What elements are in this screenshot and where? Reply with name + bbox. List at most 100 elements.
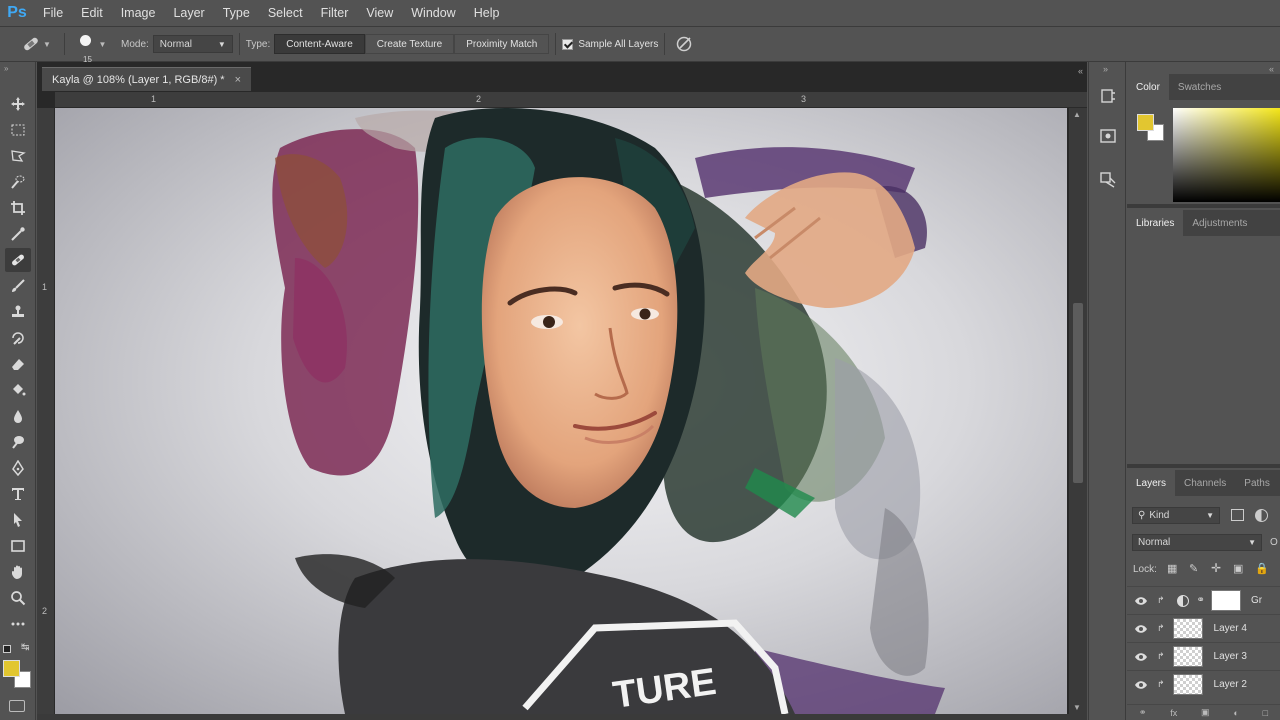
pixel-filter-icon[interactable] xyxy=(1231,509,1244,521)
tab-paths[interactable]: Paths xyxy=(1235,470,1279,496)
visibility-eye-icon[interactable] xyxy=(1127,652,1155,662)
tab-channels[interactable]: Channels xyxy=(1175,470,1235,496)
layer-row[interactable]: ↱ Layer 4 xyxy=(1127,614,1280,642)
new-adjustment-icon[interactable]: ◐ xyxy=(1233,708,1238,718)
eyedropper-tool[interactable] xyxy=(5,222,31,246)
adjustment-filter-icon[interactable] xyxy=(1255,509,1268,522)
eyedropper-icon xyxy=(11,227,25,241)
quick-select-tool[interactable] xyxy=(5,170,31,194)
adjustment-layer-icon xyxy=(1176,594,1189,607)
menu-select[interactable]: Select xyxy=(259,0,312,26)
sample-all-layers-checkbox[interactable] xyxy=(562,38,574,50)
menu-file[interactable]: File xyxy=(34,0,72,26)
layer-kind-filter[interactable]: ⚲ Kind ▼ xyxy=(1132,507,1220,524)
tab-swatches[interactable]: Swatches xyxy=(1169,74,1230,100)
tools-panel: » ↹ xyxy=(0,62,36,720)
type-tool[interactable] xyxy=(5,482,31,506)
properties-panel-button[interactable] xyxy=(1096,124,1120,148)
healing-brush-tool[interactable] xyxy=(5,248,31,272)
arrow-icon xyxy=(14,513,22,527)
scrollbar-thumb[interactable] xyxy=(1073,303,1083,483)
history-panel-button[interactable] xyxy=(1096,84,1120,108)
lock-position-icon[interactable]: ✛ xyxy=(1211,561,1221,575)
layer-thumbnail xyxy=(1172,646,1203,667)
paint-bucket-tool[interactable] xyxy=(5,378,31,402)
marquee-tool[interactable] xyxy=(5,118,31,142)
brush-tool[interactable] xyxy=(5,274,31,298)
zoom-tool[interactable] xyxy=(5,586,31,610)
brush-dot-icon xyxy=(79,34,91,46)
menu-window[interactable]: Window xyxy=(402,0,464,26)
visibility-eye-icon[interactable] xyxy=(1127,596,1155,606)
collapse-chevron-icon[interactable]: « xyxy=(1078,66,1083,76)
panel-foreground-swatch[interactable] xyxy=(1137,114,1154,131)
lasso-tool[interactable] xyxy=(5,144,31,168)
move-tool[interactable] xyxy=(5,92,31,116)
tab-layers[interactable]: Layers xyxy=(1127,470,1176,496)
mode-select[interactable]: Normal ▼ xyxy=(152,35,233,53)
tab-adjustments[interactable]: Adjustments xyxy=(1183,210,1256,236)
content-aware-button[interactable]: Content-Aware xyxy=(274,34,365,54)
foreground-color-swatch[interactable] xyxy=(3,660,20,677)
visibility-eye-icon[interactable] xyxy=(1127,624,1155,634)
menu-edit[interactable]: Edit xyxy=(72,0,112,26)
menu-help[interactable]: Help xyxy=(465,0,509,26)
new-group-icon[interactable]: □ xyxy=(1263,708,1268,718)
document-tab[interactable]: Kayla @ 108% (Layer 1, RGB/8#) * × xyxy=(42,67,252,91)
layer-style-icon[interactable]: fx xyxy=(1170,708,1177,718)
dodge-tool[interactable] xyxy=(5,430,31,454)
more-tools-button[interactable] xyxy=(5,612,31,636)
link-icon: ⚭ xyxy=(1196,595,1205,606)
history-brush-tool[interactable] xyxy=(5,326,31,350)
hand-tool[interactable] xyxy=(5,560,31,584)
lock-all-icon[interactable]: 🔒 xyxy=(1255,562,1269,575)
scroll-up-arrow-icon[interactable]: ▲ xyxy=(1073,110,1081,119)
mode-value: Normal xyxy=(159,38,193,50)
lock-artboard-icon[interactable]: ▣ xyxy=(1233,562,1243,575)
pen-tool[interactable] xyxy=(5,456,31,480)
brush-size-picker[interactable]: 15 ▼ xyxy=(71,34,115,64)
collapse-chevron-icon[interactable]: » xyxy=(1103,64,1108,74)
menu-layer[interactable]: Layer xyxy=(164,0,213,26)
visibility-eye-icon[interactable] xyxy=(1127,680,1155,690)
crop-tool[interactable] xyxy=(5,196,31,220)
vertical-scrollbar[interactable]: ▲ ▼ xyxy=(1069,108,1087,714)
quick-mask-icon[interactable] xyxy=(9,700,25,712)
zoom-icon xyxy=(11,591,26,606)
default-colors-icon[interactable] xyxy=(3,645,11,653)
lock-brush-icon[interactable]: ✎ xyxy=(1189,562,1198,575)
tab-color[interactable]: Color xyxy=(1127,74,1169,100)
clone-stamp-tool[interactable] xyxy=(5,300,31,324)
canvas-artwork[interactable]: TURE xyxy=(55,108,1067,714)
menu-type[interactable]: Type xyxy=(214,0,259,26)
lock-label: Lock: xyxy=(1133,564,1157,575)
healing-brush-tool-preset[interactable]: ▼ xyxy=(14,31,58,57)
layer-row[interactable]: ↱ ⚭ Gr xyxy=(1127,586,1280,614)
eraser-tool[interactable] xyxy=(5,352,31,376)
blend-mode-select[interactable]: Normal ▼ xyxy=(1132,534,1262,551)
add-mask-icon[interactable]: ▣ xyxy=(1201,707,1210,718)
rectangle-tool[interactable] xyxy=(5,534,31,558)
layer-row[interactable]: ↱ Layer 2 xyxy=(1127,670,1280,698)
tab-libraries[interactable]: Libraries xyxy=(1127,210,1184,236)
clip-arrow-icon: ↱ xyxy=(1157,679,1165,689)
close-icon[interactable]: × xyxy=(235,74,241,86)
menu-image[interactable]: Image xyxy=(112,0,165,26)
proximity-match-button[interactable]: Proximity Match xyxy=(454,34,550,54)
scroll-down-arrow-icon[interactable]: ▼ xyxy=(1073,703,1081,712)
collapse-chevron-icon[interactable]: « xyxy=(1269,64,1274,74)
menu-filter[interactable]: Filter xyxy=(312,0,358,26)
blur-tool[interactable] xyxy=(5,404,31,428)
layer-row[interactable]: ↱ Layer 3 xyxy=(1127,642,1280,670)
menu-bar: Ps File Edit Image Layer Type Select Fil… xyxy=(0,0,1280,26)
color-picker-field[interactable] xyxy=(1173,108,1280,202)
collapse-chevron-icon[interactable]: » xyxy=(4,64,8,73)
lock-transparent-icon[interactable]: ▦ xyxy=(1167,562,1177,575)
link-layers-icon[interactable]: ⚭ xyxy=(1139,707,1147,718)
swap-colors-icon[interactable]: ↹ xyxy=(21,642,29,653)
menu-view[interactable]: View xyxy=(357,0,402,26)
create-texture-button[interactable]: Create Texture xyxy=(364,34,455,54)
path-selection-tool[interactable] xyxy=(5,508,31,532)
pressure-pen-icon[interactable] xyxy=(675,35,693,53)
clone-source-panel-button[interactable] xyxy=(1096,168,1120,192)
